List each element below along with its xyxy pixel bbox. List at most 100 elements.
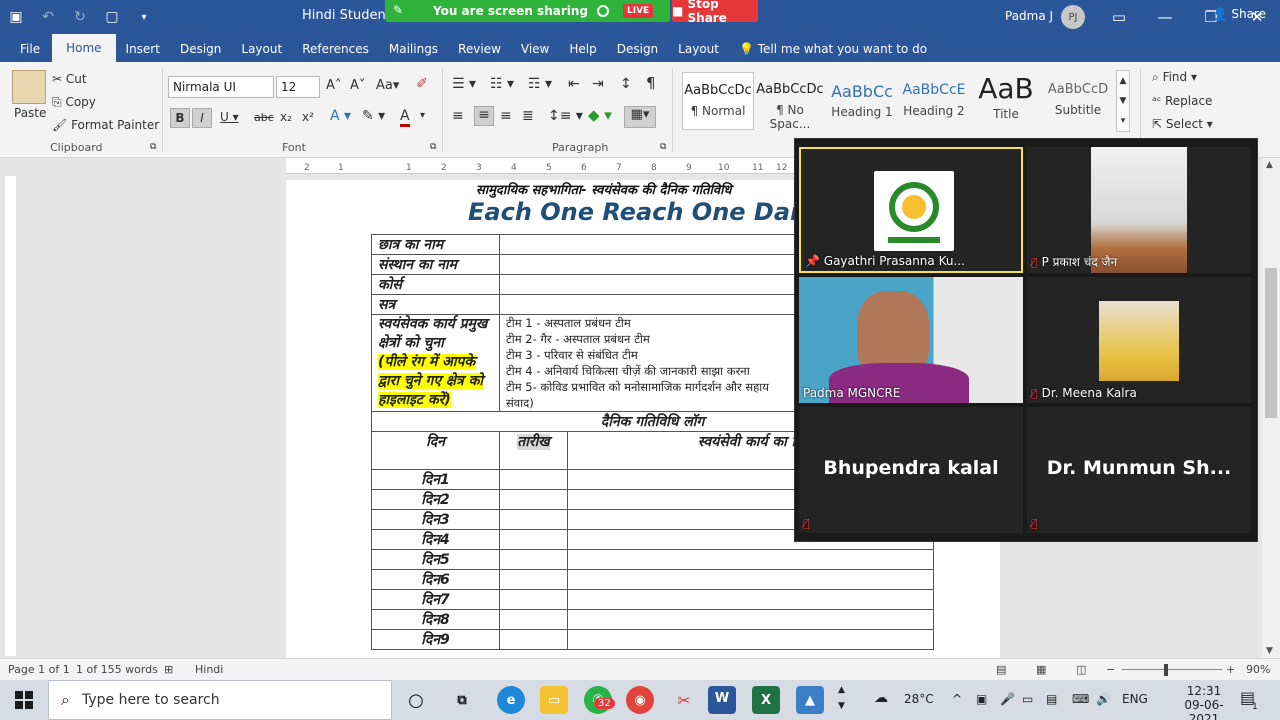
underline-button[interactable]: U ▾ (220, 110, 239, 124)
page-count[interactable]: Page 1 of 1 (8, 663, 70, 676)
shrink-font-icon[interactable]: A˅ (350, 78, 365, 93)
zoom-gallery-panel[interactable]: 📌 Gayathri Prasanna Ku... 🎙̸ P प्रकाश चंद… (794, 138, 1258, 542)
read-mode-icon[interactable]: ▤ (996, 663, 1006, 676)
font-color-icon[interactable]: A (400, 108, 410, 127)
zoom-in-icon[interactable]: + (1226, 663, 1235, 676)
tab-file[interactable]: File (0, 36, 52, 62)
italic-button[interactable]: I (192, 108, 212, 128)
zoom-slider-thumb[interactable] (1164, 664, 1168, 676)
numbering-icon[interactable]: ☷ ▾ (490, 76, 514, 92)
cortana-icon[interactable]: ○ (402, 686, 430, 714)
pause-share-icon[interactable] (597, 5, 609, 17)
work-cell[interactable] (567, 569, 934, 590)
format-painter-button[interactable]: 🖌 Format Painter (52, 118, 159, 132)
sort-icon[interactable]: ↕ (620, 76, 632, 92)
file-explorer-icon[interactable]: ▭ (540, 686, 568, 714)
print-layout-icon[interactable]: ▦ (1036, 663, 1046, 676)
weather-icon[interactable]: ☁ (874, 690, 888, 706)
tab-help[interactable]: Help (559, 36, 606, 62)
snipping-tool-icon[interactable]: ✂ (670, 686, 698, 714)
decrease-indent-icon[interactable]: ⇤ (568, 76, 580, 92)
shading-icon[interactable]: ◆ ▾ (588, 106, 612, 124)
font-size-select[interactable]: 12 (276, 76, 320, 98)
chrome-icon[interactable]: ◉ (626, 686, 654, 714)
font-color-dropdown-icon[interactable]: ▾ (420, 110, 425, 121)
language-indicator[interactable]: Hindi (195, 663, 223, 676)
tell-me-search[interactable]: 💡 Tell me what you want to do (739, 36, 927, 62)
vertical-scrollbar[interactable]: ▲ ▼ (1262, 158, 1280, 658)
style-subtitle[interactable]: AaBbCcD Subtitle (1042, 72, 1114, 130)
copy-button[interactable]: ⎘ Copy (52, 95, 96, 110)
tab-table-design[interactable]: Design (607, 36, 668, 62)
tab-insert[interactable]: Insert (116, 36, 170, 62)
multilevel-list-icon[interactable]: ☶ ▾ (528, 76, 552, 92)
tab-home[interactable]: Home (52, 34, 116, 62)
participant-tile[interactable]: 🎙̸ P प्रकाश चंद जैन (1027, 147, 1251, 273)
date-cell[interactable] (499, 629, 568, 650)
save-icon[interactable]: ▣ (0, 9, 32, 25)
zoom-level[interactable]: 90% (1246, 663, 1270, 676)
redo-icon[interactable]: ↻ (64, 9, 96, 25)
proofing-icon[interactable]: ⊞ (164, 663, 173, 676)
work-cell[interactable] (567, 629, 934, 650)
select-button[interactable]: ⇱ Select ▾ (1152, 117, 1213, 131)
cut-button[interactable]: ✂ Cut (52, 72, 87, 86)
task-view-icon[interactable]: ⧉ (448, 686, 476, 714)
date-cell[interactable] (499, 489, 568, 510)
participant-tile[interactable]: 📌 Gayathri Prasanna Ku... (799, 147, 1023, 273)
volume-icon[interactable]: 🔊 (1096, 692, 1111, 706)
work-cell[interactable] (567, 609, 934, 630)
participant-tile[interactable]: 🎙̸ Dr. Meena Kalra (1027, 277, 1251, 403)
increase-indent-icon[interactable]: ⇥ (592, 76, 604, 92)
superscript-button[interactable]: x² (302, 110, 314, 124)
dialog-launcher-icon[interactable]: ⧉ (430, 142, 436, 152)
tab-design[interactable]: Design (170, 36, 231, 62)
date-cell[interactable] (499, 549, 568, 570)
align-right-icon[interactable]: ≡ (500, 108, 512, 124)
date-cell[interactable] (499, 569, 568, 590)
work-cell[interactable] (567, 589, 934, 610)
network-icon[interactable]: ⌨ (1072, 692, 1089, 706)
date-cell[interactable] (499, 469, 568, 490)
tab-references[interactable]: References (292, 36, 379, 62)
style-title[interactable]: AaB Title (970, 72, 1042, 130)
line-spacing-icon[interactable]: ↕≡ ▾ (548, 108, 583, 124)
user-name[interactable]: Padma J (1005, 9, 1053, 23)
web-layout-icon[interactable]: ◫ (1076, 663, 1086, 676)
zoom-slider-track[interactable] (1122, 669, 1222, 670)
date-cell[interactable] (499, 589, 568, 610)
stop-share-button[interactable]: ■ Stop Share (672, 0, 758, 25)
taskbar-search[interactable]: ⌕ Type here to search (48, 680, 392, 720)
align-left-icon[interactable]: ≡ (452, 108, 464, 124)
date-cell[interactable] (499, 529, 568, 550)
tab-view[interactable]: View (511, 36, 559, 62)
borders-icon[interactable]: ▦▾ (624, 106, 656, 128)
input-language[interactable]: ENG (1122, 692, 1148, 706)
dialog-launcher-icon[interactable]: ⧉ (660, 142, 666, 152)
date-cell[interactable] (499, 609, 568, 630)
scroll-up-icon[interactable]: ▲ (1266, 160, 1273, 170)
minimize-button[interactable]: — (1142, 0, 1188, 34)
share-button[interactable]: 👤 Share (1213, 7, 1266, 21)
weather-temp[interactable]: 28°C (904, 692, 934, 706)
bold-button[interactable]: B (170, 108, 190, 128)
search-input[interactable]: Type here to search (82, 692, 220, 708)
scrollbar-thumb[interactable] (1265, 268, 1277, 418)
strikethrough-button[interactable]: abc (254, 111, 274, 124)
paste-icon[interactable] (12, 70, 46, 104)
date-cell[interactable] (499, 509, 568, 530)
tab-mailings[interactable]: Mailings (379, 36, 448, 62)
style-heading-2[interactable]: AaBbCcE Heading 2 (898, 72, 970, 130)
dialog-launcher-icon[interactable]: ⧉ (150, 142, 156, 152)
justify-icon[interactable]: ≣ (522, 108, 534, 124)
start-button[interactable] (0, 680, 48, 720)
clear-formatting-icon[interactable]: ✐ (416, 76, 428, 92)
excel-icon[interactable]: X (752, 686, 780, 714)
style-heading-1[interactable]: AaBbCc Heading 1 (826, 72, 898, 130)
participant-tile[interactable]: Padma MGNCRE (799, 277, 1023, 403)
find-button[interactable]: ⌕ Find ▾ (1152, 70, 1197, 85)
zoom-out-icon[interactable]: − (1106, 663, 1115, 676)
ribbon-display-icon[interactable]: ▭ (1096, 0, 1142, 34)
align-center-icon[interactable]: ≡ (474, 106, 494, 126)
replace-button[interactable]: ᵃᶜ Replace (1152, 94, 1212, 108)
